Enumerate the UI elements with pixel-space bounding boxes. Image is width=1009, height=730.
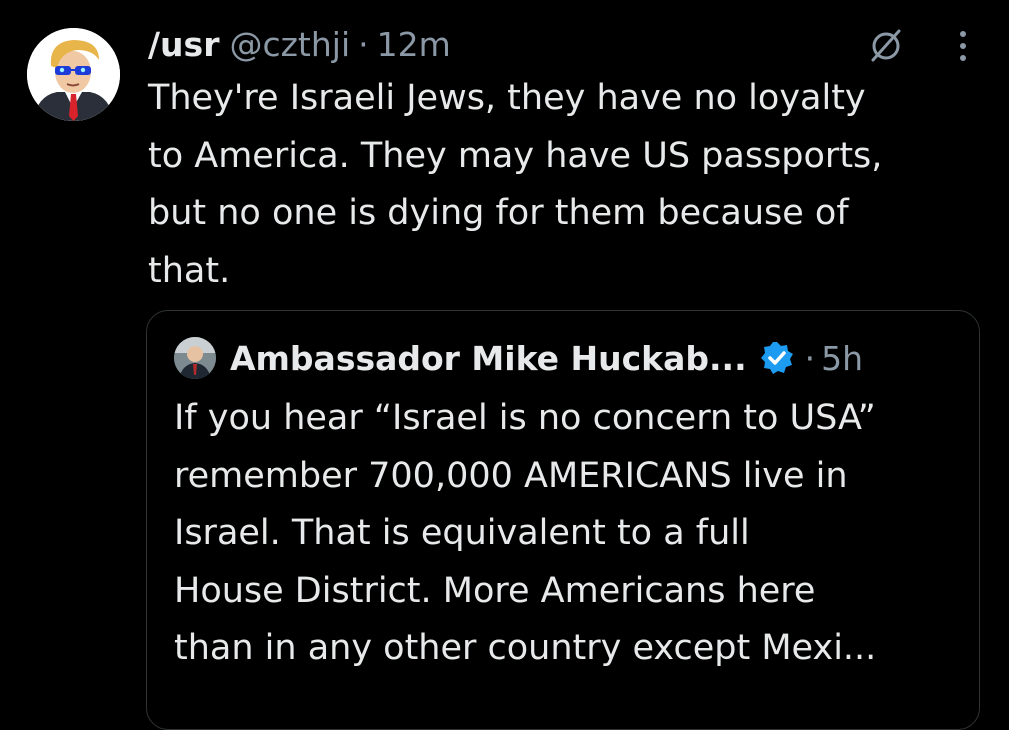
quoted-post-header: Ambassador Mike Huckab... · 5h bbox=[174, 333, 863, 383]
post-header: /usr @czthji · 12m bbox=[148, 22, 451, 66]
quoted-post-text: If you hear “Israel is no concern to USA… bbox=[174, 398, 877, 668]
person-photo-avatar-icon bbox=[174, 337, 216, 379]
author-display-name[interactable]: /usr bbox=[148, 25, 219, 64]
post-text: They're Israeli Jews, they have no loyal… bbox=[148, 78, 883, 291]
cartoon-man-avatar-icon bbox=[27, 28, 120, 121]
quoted-author-name[interactable]: Ambassador Mike Huckab... bbox=[230, 339, 747, 378]
quoted-post-card[interactable]: Ambassador Mike Huckab... · 5h If you he… bbox=[146, 310, 980, 730]
verified-badge-icon bbox=[760, 342, 793, 374]
quoted-post-timestamp[interactable]: 5h bbox=[821, 339, 863, 378]
author-handle[interactable]: @czthji bbox=[229, 25, 350, 64]
grok-icon[interactable] bbox=[866, 25, 906, 65]
author-avatar[interactable] bbox=[27, 28, 120, 121]
quoted-header-separator: · bbox=[804, 338, 816, 378]
more-dots-icon[interactable] bbox=[946, 28, 980, 64]
post-timestamp[interactable]: 12m bbox=[377, 25, 451, 64]
quoted-author-avatar[interactable] bbox=[174, 337, 216, 379]
header-separator: · bbox=[358, 24, 369, 64]
